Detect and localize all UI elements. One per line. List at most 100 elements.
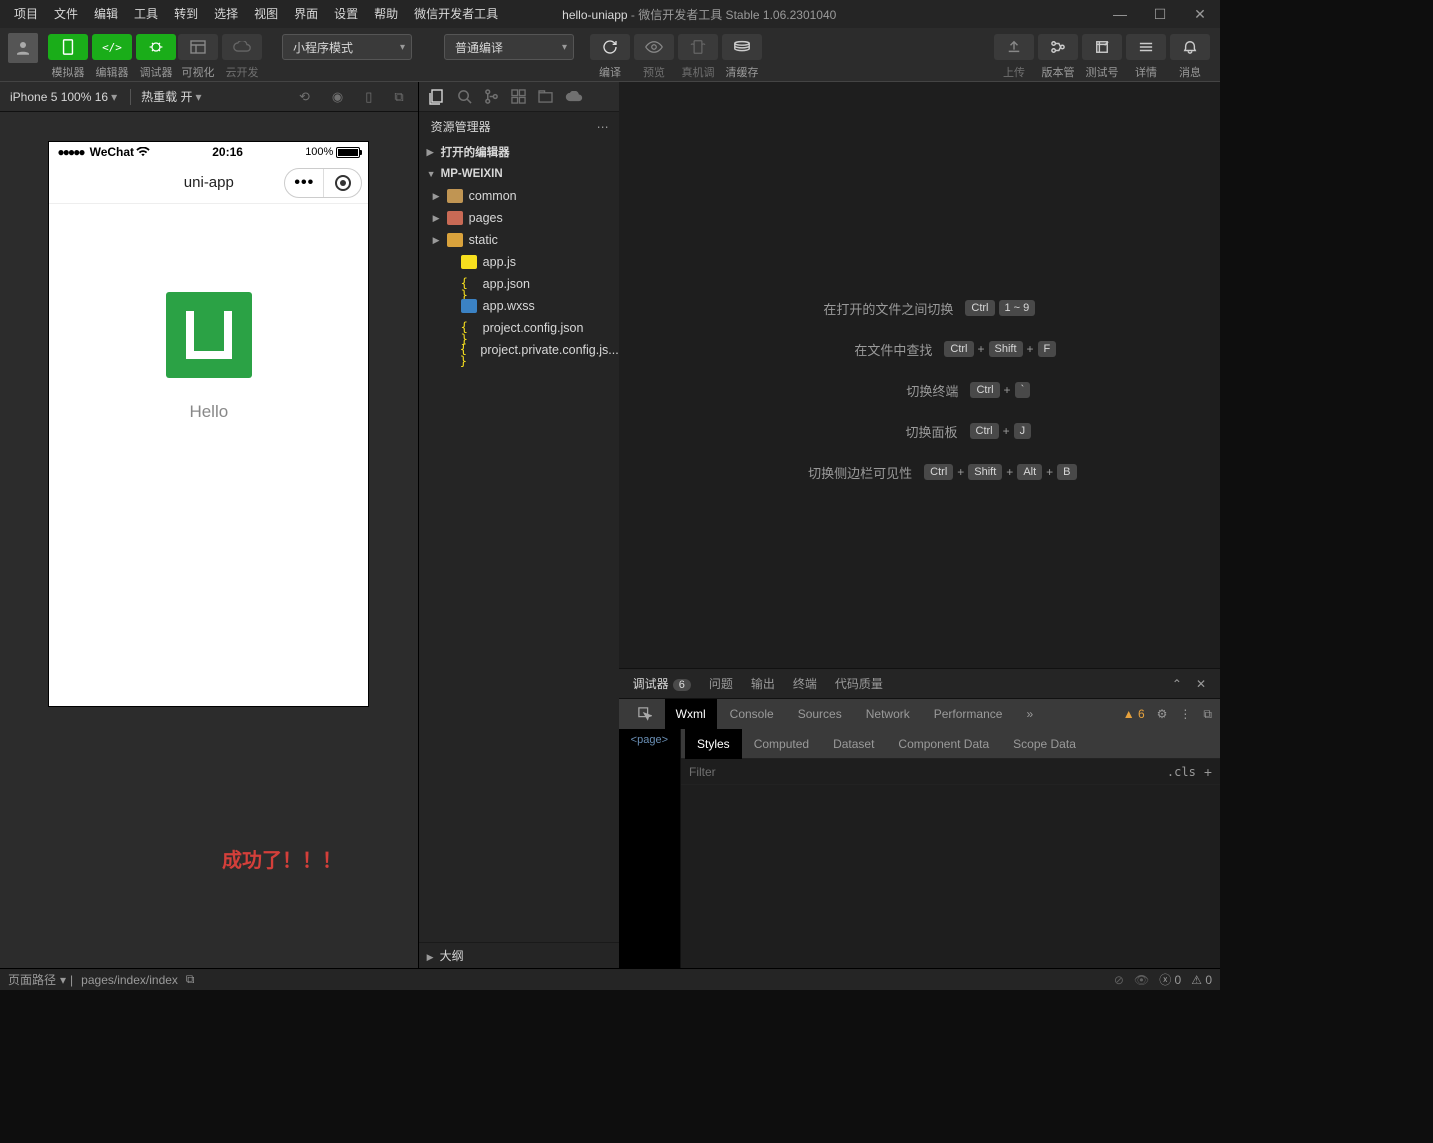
tree-app.wxss[interactable]: app.wxss xyxy=(419,295,619,317)
menu-goto[interactable]: 转到 xyxy=(166,0,206,28)
key: J xyxy=(1014,423,1032,439)
success-annotation: 成功了！！！ xyxy=(222,844,342,873)
menu-edit[interactable]: 编辑 xyxy=(86,0,126,28)
outline-section[interactable]: ▶大纲 xyxy=(419,942,619,968)
menu-help[interactable]: 帮助 xyxy=(366,0,406,28)
warning-badge[interactable]: ▲ 6 xyxy=(1123,707,1145,721)
computed-tab[interactable]: Computed xyxy=(742,729,821,759)
window-maximize[interactable]: ☐ xyxy=(1140,0,1180,28)
mode-select[interactable]: 小程序模式 xyxy=(282,34,412,60)
componentdata-tab[interactable]: Component Data xyxy=(886,729,1001,759)
menu-select[interactable]: 选择 xyxy=(206,0,246,28)
network-tab[interactable]: Network xyxy=(855,699,921,729)
scopedata-tab[interactable]: Scope Data xyxy=(1001,729,1088,759)
editor-button[interactable]: </> xyxy=(92,34,132,60)
hotreload-toggle[interactable]: 热重载 开▾ xyxy=(141,88,204,105)
wxml-tree[interactable]: <page> xyxy=(619,729,680,968)
filter-input[interactable]: Filter xyxy=(689,765,716,779)
warn-count[interactable]: ⚠ 0 xyxy=(1191,973,1212,987)
explorer-icon[interactable] xyxy=(429,89,445,105)
menu-project[interactable]: 项目 xyxy=(6,0,46,28)
dataset-tab[interactable]: Dataset xyxy=(821,729,886,759)
detail-button[interactable] xyxy=(1126,34,1166,60)
window-minimize[interactable]: — xyxy=(1100,0,1140,28)
debugger-button[interactable] xyxy=(136,34,176,60)
terminal-tab[interactable]: 终端 xyxy=(793,675,817,692)
menu-ui[interactable]: 界面 xyxy=(286,0,326,28)
codequality-tab[interactable]: 代码质量 xyxy=(835,675,883,692)
tree-pages[interactable]: ▶pages xyxy=(419,207,619,229)
simulator-button[interactable] xyxy=(48,34,88,60)
version-button[interactable] xyxy=(1038,34,1078,60)
menu-file[interactable]: 文件 xyxy=(46,0,86,28)
gear-icon[interactable]: ⚙ xyxy=(1157,707,1168,721)
shortcut-label: 在打开的文件之间切换 xyxy=(803,299,953,318)
device-icon[interactable]: ▯ xyxy=(365,89,372,105)
menu-wxdevtools[interactable]: 微信开发者工具 xyxy=(406,0,506,28)
key: ` xyxy=(1015,382,1031,398)
key: Ctrl xyxy=(924,464,953,480)
upload-button[interactable] xyxy=(994,34,1034,60)
device-select[interactable]: iPhone 5 100% 16▾ xyxy=(10,90,120,104)
refresh-icon[interactable]: ⟲ xyxy=(299,89,310,105)
styles-tab[interactable]: Styles xyxy=(685,729,742,759)
eye-icon[interactable]: 👁 xyxy=(1134,973,1149,987)
tree-common[interactable]: ▶common xyxy=(419,185,619,207)
error-count[interactable]: ⓧ 0 xyxy=(1159,971,1181,988)
clear-cache-button[interactable] xyxy=(722,34,762,60)
performance-tab[interactable]: Performance xyxy=(923,699,1014,729)
opened-editors-section[interactable]: ▶打开的编辑器 xyxy=(419,141,619,163)
key: Shift xyxy=(968,464,1002,480)
hide-icon[interactable]: ⊘ xyxy=(1114,973,1124,987)
record-icon[interactable]: ◉ xyxy=(332,89,343,105)
window-close[interactable]: ✕ xyxy=(1180,0,1220,28)
tab-icon[interactable] xyxy=(538,90,553,103)
menu-tools[interactable]: 工具 xyxy=(126,0,166,28)
add-style-icon[interactable]: + xyxy=(1204,764,1212,780)
capsule-menu[interactable]: ••• xyxy=(285,169,323,197)
copy-icon[interactable]: ⧉ xyxy=(186,972,195,987)
build-select[interactable]: 普通编译 xyxy=(444,34,574,60)
chevron-up-icon[interactable]: ⌃ xyxy=(1172,677,1182,691)
extensions-icon[interactable] xyxy=(511,89,526,104)
compile-button[interactable] xyxy=(590,34,630,60)
menu-view[interactable]: 视图 xyxy=(246,0,286,28)
kebab-icon[interactable]: ⋮ xyxy=(1179,707,1191,721)
more-tabs-icon[interactable]: » xyxy=(1015,699,1044,729)
avatar[interactable] xyxy=(8,33,38,63)
sources-tab[interactable]: Sources xyxy=(787,699,853,729)
explorer-more-icon[interactable]: ⋯ xyxy=(597,120,609,134)
wxml-tab[interactable]: Wxml xyxy=(665,699,717,729)
tree-app.js[interactable]: app.js xyxy=(419,251,619,273)
output-tab[interactable]: 输出 xyxy=(751,675,775,692)
tree-app.json[interactable]: { }app.json xyxy=(419,273,619,295)
tree-project.private.config.js...[interactable]: { }project.private.config.js... xyxy=(419,339,619,361)
message-button[interactable] xyxy=(1170,34,1210,60)
search-icon[interactable] xyxy=(457,89,472,104)
phone-statusbar: ●●●●● WeChat 20:16 100% xyxy=(49,142,368,162)
close-icon[interactable]: ✕ xyxy=(1196,677,1206,691)
testno-button[interactable] xyxy=(1082,34,1122,60)
project-root[interactable]: ▼MP-WEIXIN xyxy=(419,163,619,185)
cloud-icon[interactable] xyxy=(565,91,583,103)
simulator-screen[interactable]: ●●●●● WeChat 20:16 100% uni-app ••• xyxy=(49,142,368,706)
console-tab[interactable]: Console xyxy=(719,699,785,729)
git-icon[interactable] xyxy=(484,89,499,104)
capsule-close[interactable] xyxy=(323,169,361,197)
menu-settings[interactable]: 设置 xyxy=(326,0,366,28)
problems-tab[interactable]: 问题 xyxy=(709,675,733,692)
cls-toggle[interactable]: .cls xyxy=(1167,765,1196,779)
remote-debug-button[interactable] xyxy=(678,34,718,60)
visual-button[interactable] xyxy=(178,34,218,60)
dock-icon[interactable]: ⧉ xyxy=(1203,707,1212,722)
route-path[interactable]: pages/index/index xyxy=(81,973,178,987)
key: B xyxy=(1057,464,1076,480)
tree-static[interactable]: ▶static xyxy=(419,229,619,251)
popout-icon[interactable]: ⧉ xyxy=(394,89,403,105)
cloud-button[interactable] xyxy=(222,34,262,60)
tree-project.config.json[interactable]: { }project.config.json xyxy=(419,317,619,339)
debugger-tab[interactable]: 调试器6 xyxy=(633,675,691,692)
inspect-icon[interactable] xyxy=(627,699,663,729)
phone-navbar: uni-app ••• xyxy=(49,162,368,204)
preview-button[interactable] xyxy=(634,34,674,60)
